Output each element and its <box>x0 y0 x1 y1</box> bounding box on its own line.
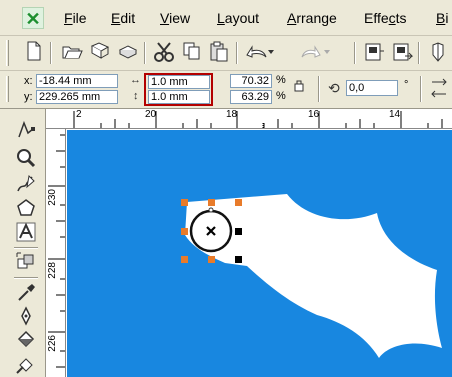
menu-effects[interactable]: Effects <box>364 10 407 26</box>
drawing-canvas[interactable] <box>67 130 452 377</box>
width-field[interactable]: 1.0 mm <box>148 75 210 89</box>
vruler-label: 226 <box>47 335 58 352</box>
x-label: x: <box>24 75 33 87</box>
eyedropper-tool-icon[interactable] <box>13 281 39 305</box>
menu-arrange-rest: rrange <box>296 10 337 26</box>
import-icon[interactable] <box>362 41 386 65</box>
menu-effects-rest: ts <box>395 10 407 26</box>
scale-x-field[interactable]: 70.32 <box>230 74 272 88</box>
vruler-label: 228 <box>47 262 58 279</box>
toolbox-separator <box>14 277 38 279</box>
propbar-separator <box>420 76 422 102</box>
menu-effects-key: c <box>388 10 396 26</box>
menu-layout-rest: ayout <box>224 10 260 26</box>
menu-bitmaps-key: B <box>436 10 446 26</box>
freehand-tool-icon[interactable] <box>13 173 39 197</box>
y-position-field[interactable]: 229.265 mm <box>36 90 118 104</box>
hruler-label: 16 <box>308 109 320 120</box>
menu-view-key: V <box>160 10 170 26</box>
menu-arrange[interactable]: Arrange <box>287 10 337 26</box>
open-icon[interactable] <box>60 41 84 65</box>
cut-icon[interactable] <box>152 41 176 65</box>
menu-edit-key: E <box>111 10 121 26</box>
shape-tool-icon[interactable] <box>13 119 39 143</box>
x-position-field[interactable]: -18.44 mm <box>36 74 118 88</box>
interactive-fill-tool-icon[interactable] <box>13 353 39 377</box>
fill-tool-icon[interactable] <box>13 329 39 353</box>
new-document-icon[interactable] <box>22 41 46 65</box>
lock-ratio-icon[interactable] <box>292 78 306 92</box>
redo-icon[interactable] <box>300 41 330 65</box>
mirror-icon[interactable] <box>428 76 450 102</box>
vruler-label: 230 <box>47 189 58 206</box>
toolbar-separator <box>418 42 420 64</box>
menu-file-key: F <box>64 10 73 26</box>
menu-effects-pre: Effe <box>364 10 389 26</box>
scale-y-field[interactable]: 63.29 <box>230 90 272 104</box>
toolbar-separator <box>236 42 238 64</box>
propbar-separator <box>318 76 320 102</box>
property-bar: x: -18.44 mm y: 229.265 mm ↔ 1.0 mm ↕ 1.… <box>0 71 452 109</box>
standard-toolbar <box>0 36 452 71</box>
scale-y-unit: % <box>276 90 286 102</box>
height-icon: ↕ <box>133 90 139 102</box>
menu-layout[interactable]: Layout <box>217 10 259 26</box>
menu-layout-key: L <box>217 10 225 26</box>
toolbox-separator <box>14 247 38 249</box>
save-icon[interactable] <box>88 41 112 65</box>
hruler-label: 2 <box>76 109 82 120</box>
application-launcher-icon[interactable] <box>426 41 450 65</box>
menu-file-rest: ile <box>72 10 87 26</box>
toolbox <box>0 109 46 377</box>
interactive-tool-icon[interactable] <box>13 251 39 275</box>
polygon-tool-icon[interactable] <box>13 197 39 221</box>
hruler-label: 14 <box>389 109 401 120</box>
print-icon[interactable] <box>116 41 140 65</box>
vertical-ruler[interactable]: 230 228 226 <box>46 129 66 377</box>
rotation-field[interactable]: 0,0 <box>346 80 398 96</box>
toolbar-separator <box>144 42 146 64</box>
zoom-tool-icon[interactable] <box>13 147 39 171</box>
menu-edit-rest: dit <box>120 10 136 26</box>
y-label: y: <box>24 91 33 103</box>
menu-bitmaps[interactable]: Bi <box>436 10 448 26</box>
outline-tool-icon[interactable] <box>13 305 39 329</box>
propbar-grip[interactable] <box>6 76 9 102</box>
menu-view[interactable]: View <box>160 10 190 26</box>
height-field[interactable]: 1.0 mm <box>148 90 210 104</box>
menu-edit[interactable]: Edit <box>111 10 135 26</box>
menu-file[interactable]: File <box>64 10 87 26</box>
toolbar-separator <box>354 42 356 64</box>
toolbar-separator <box>50 42 52 64</box>
toolbar-grip[interactable] <box>6 40 9 66</box>
width-icon: ↔ <box>130 74 141 86</box>
horizontal-ruler[interactable]: 2 20 18 16 14 <box>46 109 452 129</box>
paste-icon[interactable] <box>207 41 231 65</box>
copy-icon[interactable] <box>180 41 204 65</box>
app-icon[interactable]: ✕ <box>22 7 44 29</box>
undo-icon[interactable] <box>244 41 274 65</box>
menu-arrange-key: A <box>287 10 297 26</box>
rotate-icon: ⟲ <box>328 80 340 96</box>
hruler-label: 20 <box>145 109 157 120</box>
export-icon[interactable] <box>390 41 414 65</box>
menu-bar: ✕ File Edit View Layout Arrange Effects … <box>0 0 452 36</box>
text-tool-icon[interactable] <box>13 221 39 245</box>
scale-x-unit: % <box>276 74 286 86</box>
degree-label: ° <box>404 79 409 91</box>
menu-view-rest: iew <box>169 10 191 26</box>
hruler-label: 18 <box>226 109 238 120</box>
menu-bitmaps-rest: i <box>445 10 449 26</box>
